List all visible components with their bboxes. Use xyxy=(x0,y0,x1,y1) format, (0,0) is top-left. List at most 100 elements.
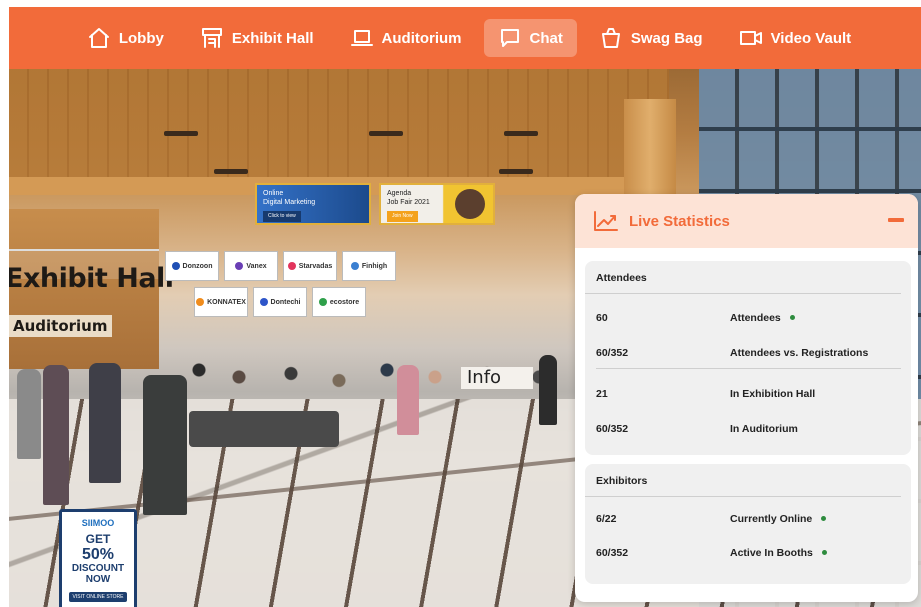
attendee-avatar xyxy=(43,365,69,505)
sponsor-logo[interactable]: Finhigh xyxy=(342,251,396,281)
logo-mark-icon xyxy=(235,262,244,270)
collapse-button[interactable] xyxy=(888,218,904,222)
promo-line: GET xyxy=(85,532,111,546)
banner-line: Digital Marketing xyxy=(263,199,316,206)
sponsor-logo[interactable]: ecostore xyxy=(312,287,366,317)
nav-auditorium[interactable]: Auditorium xyxy=(336,19,476,57)
nav-label: Video Vault xyxy=(770,29,852,47)
nav-lobby[interactable]: Lobby xyxy=(73,19,178,57)
auditorium-sign[interactable]: Auditorium xyxy=(9,315,112,337)
speaker-avatar xyxy=(455,189,485,219)
nav-exhibit-hall[interactable]: Exhibit Hall xyxy=(186,19,328,57)
stat-value: 60 xyxy=(596,312,608,324)
sponsor-logo[interactable]: KONNATEX xyxy=(194,287,248,317)
banner-button: Click to view xyxy=(263,211,301,222)
promo-line: DISCOUNT xyxy=(71,563,125,574)
card-heading: Attendees xyxy=(585,261,901,294)
sponsor-logo[interactable]: Starvadas xyxy=(283,251,337,281)
video-icon xyxy=(739,31,762,45)
digital-marketing-banner[interactable]: Online Digital Marketing Click to view xyxy=(255,183,371,225)
ceiling xyxy=(9,69,669,189)
banner-line: Online xyxy=(263,190,284,197)
promo-brand: SIIMOO xyxy=(81,518,115,528)
promo-line: NOW xyxy=(85,574,111,585)
banner-button: Join Now xyxy=(387,211,418,222)
nav-label: Chat xyxy=(529,29,563,47)
stat-value: 6/22 xyxy=(596,513,617,525)
sponsor-name: KONNATEX xyxy=(207,298,246,306)
logo-mark-icon xyxy=(318,298,327,306)
logo-mark-icon xyxy=(196,298,205,306)
attendee-avatar xyxy=(143,375,187,515)
online-dot-icon xyxy=(789,314,795,320)
attendee-avatar xyxy=(89,363,121,483)
nav-label: Exhibit Hall xyxy=(231,29,314,47)
stat-value: 60/352 xyxy=(596,547,629,559)
attendee-avatar xyxy=(17,369,41,459)
stats-title: Live Statistics xyxy=(629,212,730,230)
online-dot-icon xyxy=(821,549,827,555)
sponsor-logo[interactable]: Dontechi xyxy=(253,287,307,317)
logo-mark-icon xyxy=(287,262,296,270)
stat-label-text: In Auditorium xyxy=(730,423,798,435)
sponsor-name: Starvadas xyxy=(298,262,333,270)
chat-icon xyxy=(500,29,519,47)
stat-row: 21 In Exhibition Hall xyxy=(596,385,901,405)
online-dot-icon xyxy=(821,515,827,521)
trend-chart-icon xyxy=(594,211,618,231)
exhibit-hall-sign[interactable]: Exhibit Hall xyxy=(9,263,174,294)
sponsor-name: Donzoon xyxy=(182,262,213,270)
stat-value: 60/352 xyxy=(596,347,629,359)
promo-cta: VISIT ONLINE STORE xyxy=(68,592,128,602)
stat-row: 60/352 In Auditorium xyxy=(596,420,901,440)
stat-row: 60 Attendees xyxy=(596,309,901,329)
stat-value: 21 xyxy=(596,388,608,400)
live-statistics-panel: Live Statistics Attendees 60 Attendees 6… xyxy=(575,194,918,602)
booth-icon xyxy=(201,28,222,48)
ceiling-light xyxy=(369,131,403,136)
ceiling-light xyxy=(504,131,538,136)
exhibitors-card: Exhibitors 6/22 Currently Online 60/352 … xyxy=(585,464,911,584)
stats-header: Live Statistics xyxy=(575,194,918,248)
nav-label: Lobby xyxy=(118,29,164,47)
top-navigation: Lobby Exhibit Hall Auditorium Chat Swag … xyxy=(9,7,921,69)
nav-chat[interactable]: Chat xyxy=(483,19,577,57)
attendees-card: Attendees 60 Attendees 60/352 Attendees … xyxy=(585,261,911,455)
laptop-icon xyxy=(350,30,373,46)
promo-standee[interactable]: SIIMOO GET 50% DISCOUNT NOW VISIT ONLINE… xyxy=(59,509,137,607)
virtual-event-frame: Lobby Exhibit Hall Auditorium Chat Swag … xyxy=(9,7,921,607)
info-desk[interactable]: Info xyxy=(461,367,533,389)
nav-swag-bag[interactable]: Swag Bag xyxy=(585,19,717,57)
stat-label-text: Attendees vs. Registrations xyxy=(730,347,869,359)
stat-label: Attendees xyxy=(730,312,795,324)
sponsor-name: Dontechi xyxy=(270,298,301,306)
promo-line: 50% xyxy=(81,546,115,563)
sponsor-name: Vanex xyxy=(246,262,267,270)
stat-label: Currently Online xyxy=(730,513,827,525)
stat-label-text: Attendees xyxy=(730,312,781,324)
job-fair-banner[interactable]: Agenda Job Fair 2021 Join Now xyxy=(379,183,495,225)
ceiling-light xyxy=(499,169,533,174)
stat-row: 6/22 Currently Online xyxy=(596,510,901,530)
stat-label-text: Active In Booths xyxy=(730,547,813,559)
stat-label-text: Currently Online xyxy=(730,513,813,525)
stat-value: 60/352 xyxy=(596,423,629,435)
ceiling-light xyxy=(164,131,198,136)
stat-row: 60/352 Attendees vs. Registrations xyxy=(596,344,901,369)
sponsor-logo[interactable]: Donzoon xyxy=(165,251,219,281)
sponsor-logo[interactable]: Vanex xyxy=(224,251,278,281)
nav-label: Swag Bag xyxy=(630,29,703,47)
home-icon xyxy=(88,28,109,48)
attendee-avatar xyxy=(539,355,557,425)
bag-icon xyxy=(601,28,620,48)
nav-label: Auditorium xyxy=(381,29,462,47)
attendee-avatar xyxy=(397,365,419,435)
logo-mark-icon xyxy=(171,262,180,270)
stat-label: Active In Booths xyxy=(730,547,827,559)
sponsor-name: ecostore xyxy=(329,298,360,306)
sponsor-name: Finhigh xyxy=(361,262,388,270)
nav-video-vault[interactable]: Video Vault xyxy=(725,19,866,57)
stat-row: 60/352 Active In Booths xyxy=(596,544,901,564)
logo-mark-icon xyxy=(259,298,268,306)
card-heading: Exhibitors xyxy=(585,464,901,497)
